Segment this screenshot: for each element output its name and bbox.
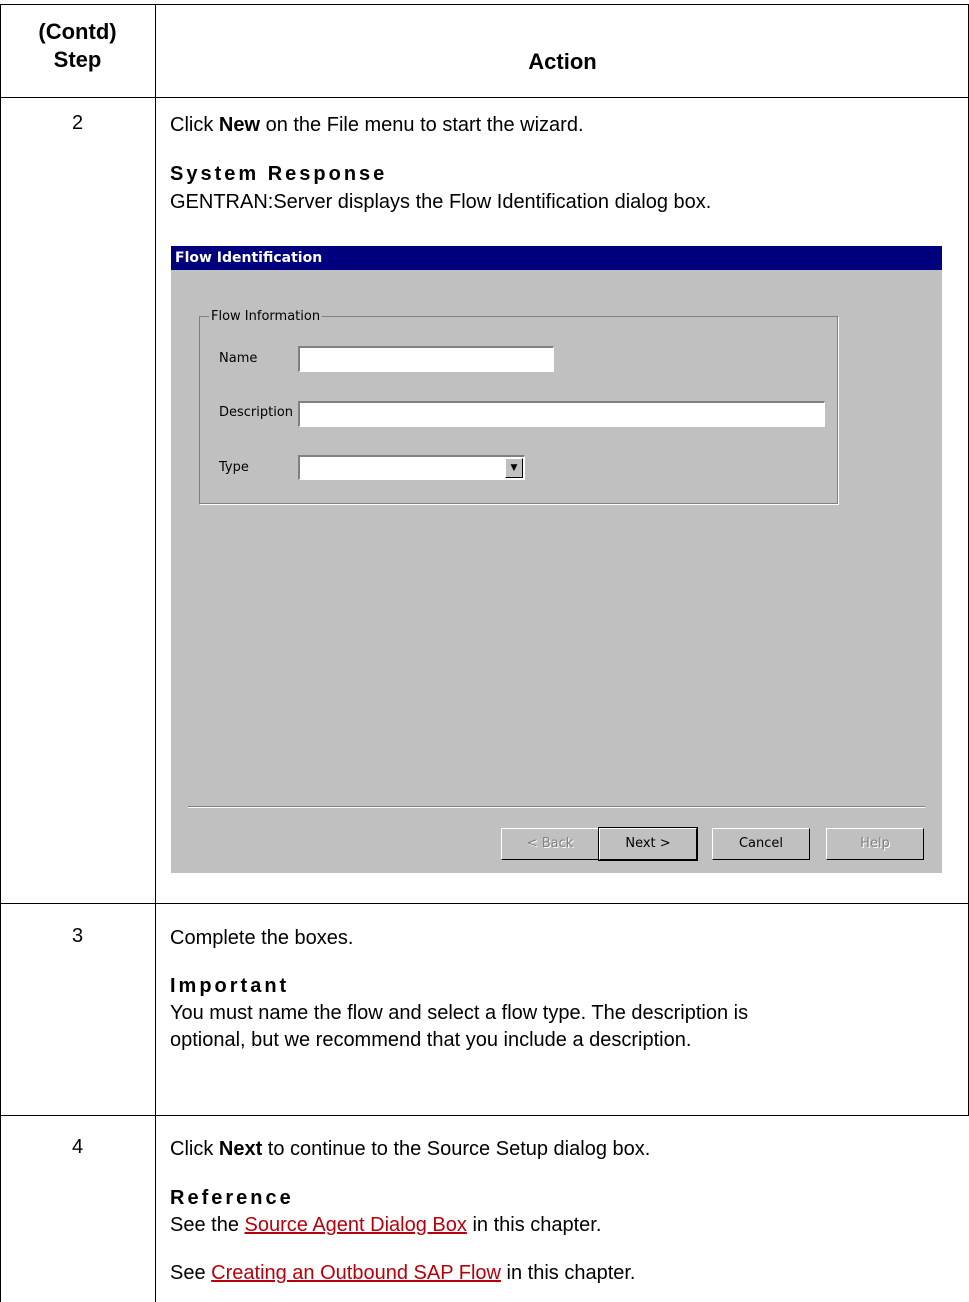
step-3-instruction: Complete the boxes. xyxy=(170,927,354,949)
step-2-body: GENTRAN:Server displays the Flow Identif… xyxy=(170,191,712,213)
header-divider xyxy=(0,97,969,98)
procedure-table: (Contd) Step Action 2 Click New on the F… xyxy=(0,0,969,1302)
bold-text: New xyxy=(218,114,261,136)
source-agent-dialog-link[interactable]: Source Agent Dialog Box xyxy=(245,1214,467,1236)
description-input[interactable] xyxy=(300,403,824,426)
text: in this chapter. xyxy=(466,1214,602,1236)
type-label: Type xyxy=(219,460,249,475)
row-divider-2 xyxy=(0,1115,969,1116)
flow-identification-dialog: Flow Identification Flow Information Nam… xyxy=(171,246,942,873)
step-number-2: 2 xyxy=(71,112,84,134)
name-input[interactable] xyxy=(300,348,553,371)
step-3-body: You must name the flow and select a flow… xyxy=(170,1002,749,1051)
text: See xyxy=(170,1262,212,1284)
help-button[interactable]: Help xyxy=(826,828,924,860)
table-left-border xyxy=(0,4,1,1302)
step-4-instruction: Click Next to continue to the Source Set… xyxy=(170,1136,960,1162)
header-step-line2: Step xyxy=(53,47,102,72)
text: See the xyxy=(170,1214,245,1236)
dialog-title-bar: Flow Identification xyxy=(171,246,942,270)
step-4-subheading: Reference xyxy=(170,1187,294,1209)
bold-text: Next xyxy=(218,1138,263,1160)
dropdown-arrow-icon[interactable]: ▼ xyxy=(505,458,523,478)
name-label: Name xyxy=(219,351,258,366)
cancel-button[interactable]: Cancel xyxy=(712,828,810,860)
step-2-instruction: Click New on the File menu to start the … xyxy=(170,112,960,138)
text: to continue to the Source Setup dialog b… xyxy=(262,1138,651,1160)
step-number-4: 4 xyxy=(71,1136,84,1158)
step-3-subheading: Important xyxy=(170,975,290,997)
outbound-sap-flow-link[interactable]: Creating an Outbound SAP Flow xyxy=(211,1262,501,1284)
description-field[interactable] xyxy=(298,401,825,427)
flow-information-label: Flow Information xyxy=(209,309,323,324)
name-field[interactable] xyxy=(298,346,554,372)
column-divider xyxy=(155,4,156,1302)
text: Click xyxy=(170,1138,219,1160)
next-button[interactable]: Next > xyxy=(598,827,698,861)
text: Click xyxy=(170,114,219,136)
header-step-line1: (Contd) xyxy=(38,19,117,44)
row-divider-1 xyxy=(0,903,969,904)
type-select[interactable]: ▼ xyxy=(298,455,525,480)
header-step: (Contd) Step xyxy=(0,18,155,74)
text: on the File menu to start the wizard. xyxy=(260,114,584,136)
step-4-reference-2: See Creating an Outbound SAP Flow in thi… xyxy=(170,1260,960,1286)
description-label: Description xyxy=(219,405,294,420)
step-2-subheading: System Response xyxy=(170,163,388,185)
step-4-reference-1: See the Source Agent Dialog Box in this … xyxy=(170,1212,960,1238)
dialog-separator xyxy=(188,806,925,808)
table-top-border xyxy=(0,4,969,5)
text: in this chapter. xyxy=(500,1262,636,1284)
step-number-3: 3 xyxy=(71,925,84,947)
header-action: Action xyxy=(528,49,597,74)
back-button[interactable]: < Back xyxy=(501,828,599,860)
